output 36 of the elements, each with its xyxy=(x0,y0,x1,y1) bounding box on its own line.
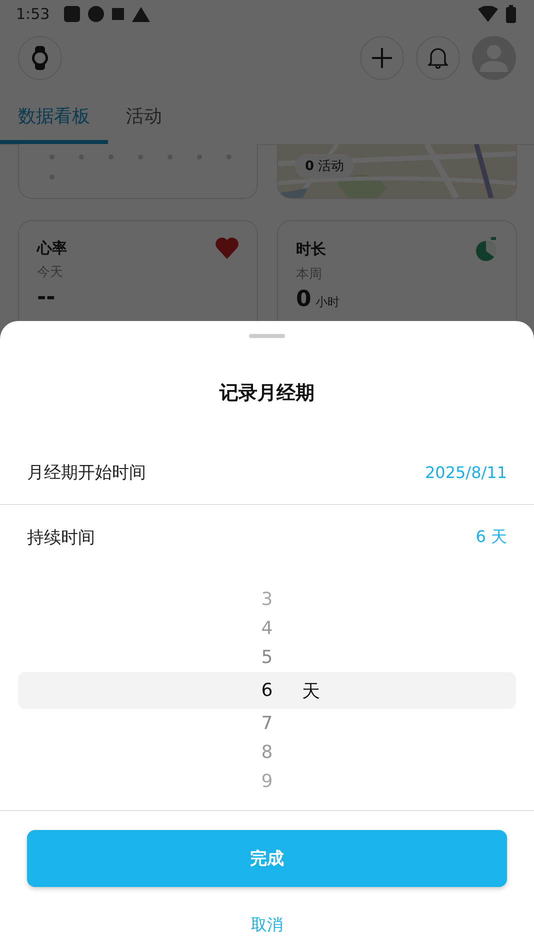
heart-icon xyxy=(215,237,239,259)
watch-button[interactable] xyxy=(18,36,62,80)
picker-option[interactable]: 5 xyxy=(261,647,273,668)
picker-option[interactable]: 6 xyxy=(261,680,273,701)
picker-unit: 天 xyxy=(302,680,320,702)
bell-icon xyxy=(428,47,448,69)
picker-option[interactable]: 3 xyxy=(261,589,273,610)
picker-option[interactable]: 9 xyxy=(261,771,273,792)
add-button[interactable] xyxy=(360,36,404,80)
picker-option[interactable]: 4 xyxy=(261,618,273,639)
battery-icon xyxy=(506,5,516,23)
tab[interactable]: 活动 xyxy=(108,92,180,144)
row-value[interactable]: 6 天 xyxy=(476,526,507,548)
card-title: 时长 xyxy=(296,240,326,258)
card-value: 0 xyxy=(296,287,312,312)
card-title: 心率 xyxy=(37,238,67,258)
triangle-icon xyxy=(132,6,150,22)
card-value: -- xyxy=(37,285,56,310)
picker-option[interactable]: 7 xyxy=(261,713,273,734)
wifi-icon xyxy=(478,6,498,22)
cancel-button[interactable]: 取消 xyxy=(239,909,295,942)
card-unit: 小时 xyxy=(315,294,340,311)
done-button[interactable]: 完成 xyxy=(27,830,507,887)
activity-badge: 0 活动 xyxy=(295,154,354,178)
notifications-button[interactable] xyxy=(416,36,460,80)
stopwatch-icon xyxy=(476,237,498,261)
row-label: 月经期开始时间 xyxy=(27,462,146,484)
drag-handle[interactable] xyxy=(249,334,285,338)
picker-selection[interactable]: 6 天 xyxy=(18,672,516,709)
watch-icon xyxy=(31,46,49,70)
row-label: 持续时间 xyxy=(27,526,95,548)
status-time: 1:53 xyxy=(16,5,50,23)
plus-icon xyxy=(372,48,392,68)
sheet-title: 记录月经期 xyxy=(218,381,316,406)
row-value[interactable]: 2025/8/11 xyxy=(424,462,507,482)
picker-option[interactable]: 8 xyxy=(261,742,273,763)
